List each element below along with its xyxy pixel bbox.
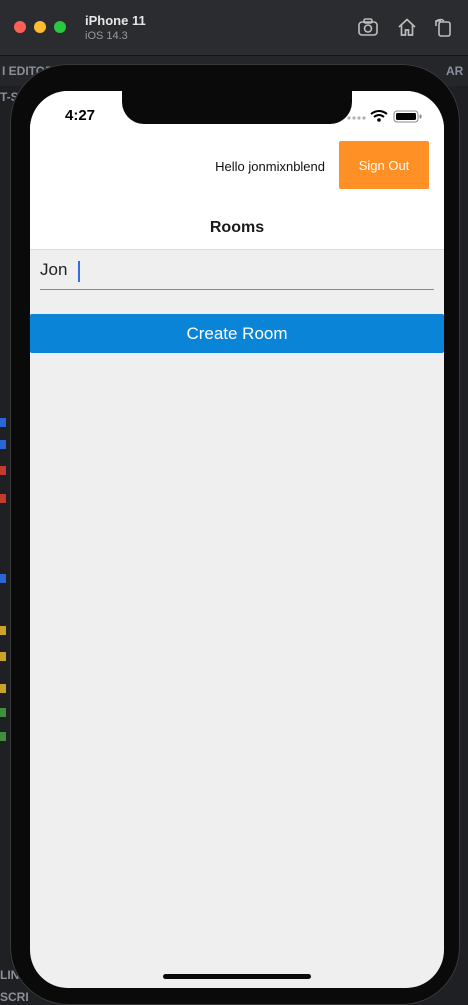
sign-out-button[interactable]: Sign Out (339, 141, 429, 189)
screenshot-icon[interactable] (357, 16, 379, 38)
rotate-icon[interactable] (432, 16, 454, 38)
battery-icon (393, 110, 422, 123)
editor-fragment (0, 574, 6, 583)
create-room-button[interactable]: Create Room (30, 314, 444, 353)
text-caret (78, 261, 80, 282)
room-name-input[interactable] (40, 251, 434, 289)
editor-fragment (0, 708, 6, 717)
wifi-icon (370, 110, 388, 122)
device-name: iPhone 11 (85, 13, 146, 28)
minimize-window-button[interactable] (34, 21, 46, 33)
status-icons (346, 109, 426, 123)
os-version: iOS 14.3 (85, 30, 128, 42)
user-greeting: Hello jonmixnblend (215, 159, 325, 174)
phone-screen: 4:27 Hello jonmixnblend Sign Out Rooms J… (30, 91, 444, 988)
editor-fragment (0, 466, 6, 475)
editor-label-right: AR (446, 64, 464, 78)
device-notch (122, 91, 352, 124)
signal-dots-icon (347, 116, 366, 120)
close-window-button[interactable] (14, 21, 26, 33)
editor-fragment (0, 626, 6, 635)
zoom-window-button[interactable] (54, 21, 66, 33)
editor-fragment (0, 440, 6, 449)
simulator-titlebar: iPhone 11 iOS 14.3 (0, 0, 468, 56)
editor-fragment (0, 418, 6, 427)
room-name-field[interactable] (40, 251, 434, 290)
home-indicator[interactable] (163, 974, 311, 979)
home-icon[interactable] (396, 16, 418, 38)
editor-fragment (0, 652, 6, 661)
page-title: Rooms (209, 219, 265, 236)
editor-fragment (0, 684, 6, 693)
editor-fragment (0, 494, 6, 503)
status-time: 4:27 (65, 107, 96, 124)
editor-fragment (0, 732, 6, 741)
editor-label-bottom2: SCRI (0, 990, 29, 1004)
